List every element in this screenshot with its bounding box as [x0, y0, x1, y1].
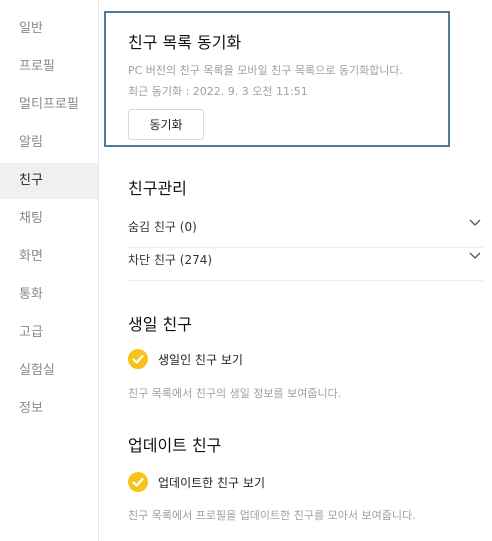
sync-description: PC 버전의 친구 목록을 모바일 친구 목록으로 동기화합니다. — [128, 64, 404, 77]
friend-list-sync-section: 친구 목록 동기화 PC 버전의 친구 목록을 모바일 친구 목록으로 동기화합… — [104, 11, 450, 147]
friends-settings-panel: 친구 목록 동기화 PC 버전의 친구 목록을 모바일 친구 목록으로 동기화합… — [99, 0, 492, 541]
updated-hint: 친구 목록에서 프로필을 업데이트한 친구를 모아서 보여줍니다. — [128, 509, 416, 522]
show-updated-friends-checkbox[interactable]: 업데이트한 친구 보기 — [128, 472, 328, 496]
sidebar-item-friends[interactable]: 친구 — [0, 163, 98, 199]
sync-button[interactable]: 동기화 — [128, 109, 204, 140]
settings-sidebar: 일반 프로필 멀티프로필 알림 친구 채팅 화면 통화 고급 실험실 정보 — [0, 0, 99, 541]
sidebar-item-multiprofile[interactable]: 멀티프로필 — [0, 87, 98, 123]
checkbox-checked-icon — [128, 349, 148, 369]
sidebar-item-call[interactable]: 통화 — [0, 277, 98, 313]
blocked-friends-row[interactable]: 차단 친구 (274) — [128, 237, 483, 281]
sidebar-item-labs[interactable]: 실험실 — [0, 353, 98, 389]
sidebar-item-profile[interactable]: 프로필 — [0, 49, 98, 85]
chevron-down-icon — [469, 252, 481, 259]
sidebar-item-chat[interactable]: 채팅 — [0, 201, 98, 237]
chevron-down-icon — [469, 219, 481, 226]
show-birthday-friends-label: 생일인 친구 보기 — [158, 353, 243, 367]
updated-section-title: 업데이트 친구 — [128, 436, 222, 455]
birthday-hint: 친구 목록에서 친구의 생일 정보를 보여줍니다. — [128, 387, 342, 400]
sidebar-item-info[interactable]: 정보 — [0, 391, 98, 427]
checkbox-checked-icon — [128, 472, 148, 492]
blocked-friends-label: 차단 친구 (274) — [128, 253, 213, 267]
sidebar-item-notifications[interactable]: 알림 — [0, 125, 98, 161]
show-updated-friends-label: 업데이트한 친구 보기 — [158, 476, 265, 490]
sync-section-title: 친구 목록 동기화 — [128, 33, 242, 52]
last-sync-timestamp: 최근 동기화 : 2022. 9. 3 오전 11:51 — [128, 85, 308, 98]
sidebar-item-advanced[interactable]: 고급 — [0, 315, 98, 351]
friend-manage-title: 친구관리 — [128, 179, 187, 198]
hidden-friends-label: 숨김 친구 (0) — [128, 220, 197, 234]
show-birthday-friends-checkbox[interactable]: 생일인 친구 보기 — [128, 349, 328, 373]
sidebar-item-screen[interactable]: 화면 — [0, 239, 98, 275]
sidebar-item-general[interactable]: 일반 — [0, 11, 98, 47]
birthday-section-title: 생일 친구 — [128, 315, 192, 334]
